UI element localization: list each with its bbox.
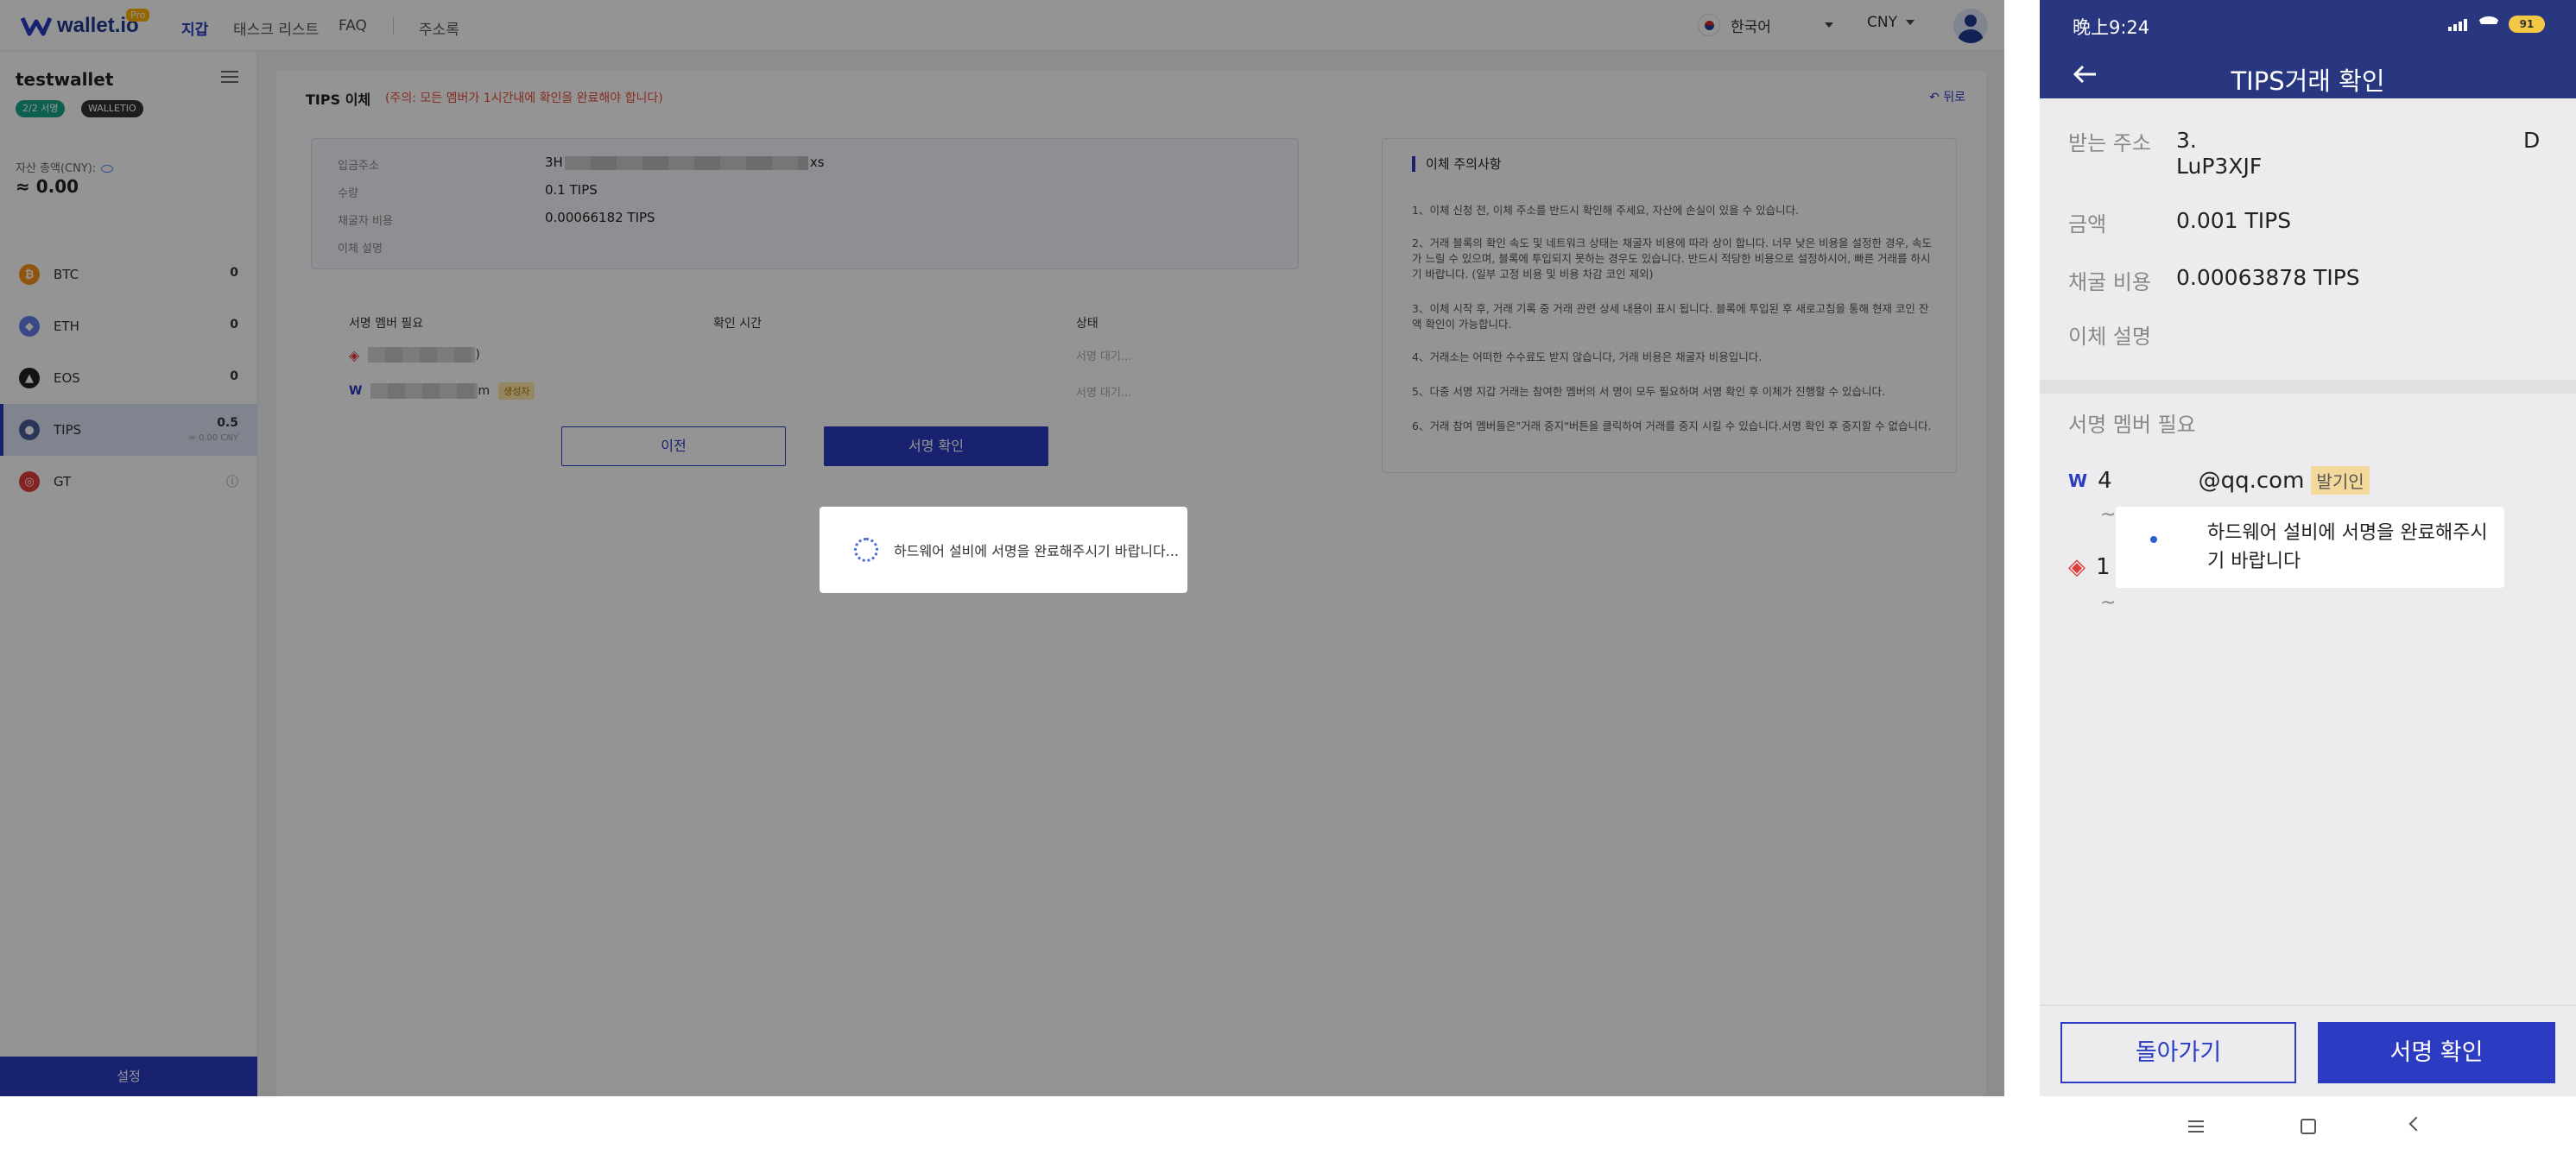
status-time: 晚上9:24 [2073, 17, 2150, 38]
go-back-button[interactable]: 돌아가기 [2060, 1022, 2296, 1083]
confirm-signature-button[interactable]: 서명 확인 [2318, 1022, 2555, 1083]
amount-label: 금액 [2068, 212, 2107, 237]
toast-text: 하드웨어 설비에 서명을 완료해주시기 바랍니다 [2207, 522, 2488, 572]
member-time: ~ [2100, 504, 2117, 526]
phone-page-title: TIPS거래 확인 [2231, 66, 2385, 96]
recent-apps-icon[interactable] [2188, 1120, 2204, 1133]
memo-label: 이체 설명 [2068, 325, 2151, 349]
hardware-key-icon: ◈ [2068, 554, 2085, 580]
address-line2: LuP3XJF [2176, 154, 2263, 179]
walletio-icon: W [2068, 470, 2088, 491]
member-id: 4 [2098, 467, 2112, 494]
member-id: 1 [2096, 554, 2111, 580]
status-icons: 91 [2448, 16, 2545, 33]
section-divider [2040, 380, 2576, 394]
loading-spinner-icon [2150, 536, 2157, 543]
back-icon[interactable] [2408, 1116, 2424, 1132]
member-row: W 4 @qq.com 발기인 [2068, 466, 2370, 495]
phone-status-bar: 晚上9:24 91 [2040, 0, 2576, 49]
wifi-icon [2478, 16, 2500, 32]
fee-label: 채굴 비용 [2068, 270, 2151, 294]
initiator-tag: 발기인 [2311, 466, 2370, 495]
signer-members-section: 서명 멤버 필요 W 4 @qq.com 발기인 ~ ◈ 1 ~ [2040, 394, 2576, 1005]
android-nav-bar [2040, 1096, 2576, 1161]
phone-header: TIPS거래 확인 [2040, 49, 2576, 98]
fee-value: 0.00063878 TIPS [2176, 265, 2360, 290]
address-line1: 3. [2176, 128, 2197, 153]
members-title: 서명 멤버 필요 [2068, 413, 2196, 437]
address-end: D [2523, 128, 2541, 153]
battery-icon: 91 [2509, 16, 2545, 33]
desktop-app: wallet.io Pro 지갑 태스크 리스트 FAQ 주소록 한국어 CNY… [0, 0, 2004, 1096]
loading-spinner-icon [854, 538, 878, 562]
phone-screen: 晚上9:24 91 TIPS거래 확인 받는 주소 3. LuP3XJF D 금… [2040, 0, 2576, 1161]
phone-action-bar: 돌아가기 서명 확인 [2040, 1005, 2576, 1096]
loading-dialog: 하드웨어 설비에 서명을 완료해주시기 바랍니다... [820, 507, 1187, 593]
amount-value: 0.001 TIPS [2176, 208, 2292, 233]
signal-icon [2448, 17, 2469, 31]
member-email: @qq.com [2198, 467, 2305, 494]
signing-toast: 하드웨어 설비에 서명을 완료해주시기 바랍니다 [2116, 507, 2504, 588]
loading-text: 하드웨어 설비에 서명을 완료해주시기 바랍니다... [894, 543, 1180, 559]
address-label: 받는 주소 [2068, 131, 2151, 155]
home-icon[interactable] [2301, 1119, 2316, 1134]
member-row: ◈ 1 [2068, 554, 2111, 580]
modal-overlay: 하드웨어 설비에 서명을 완료해주시기 바랍니다... [0, 0, 2004, 1096]
member-time: ~ [2100, 592, 2117, 614]
transaction-details: 받는 주소 3. LuP3XJF D 금액 0.001 TIPS 채굴 비용 0… [2040, 98, 2576, 380]
